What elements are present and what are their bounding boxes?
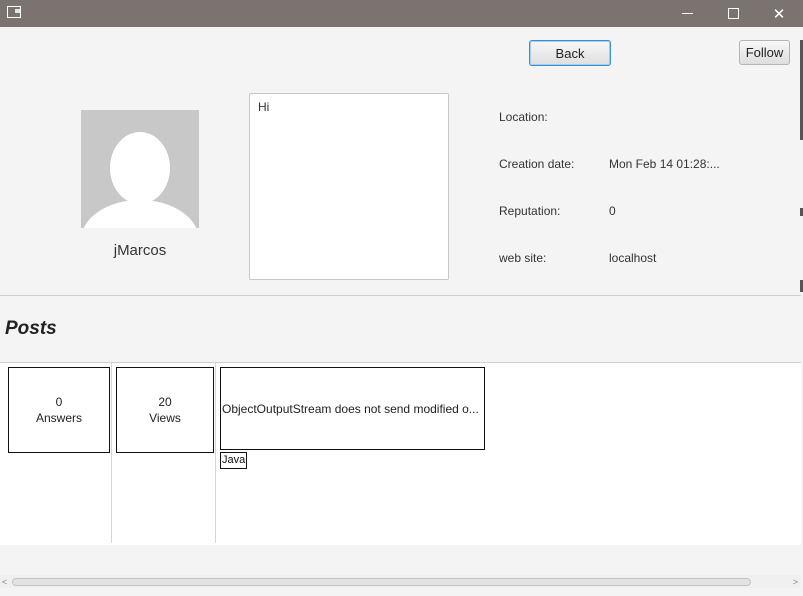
reputation-value: 0 — [609, 204, 616, 218]
views-count-box: 20 Views — [116, 367, 214, 453]
creation-date-value: Mon Feb 14 01:28:... — [609, 157, 720, 171]
section-divider — [0, 295, 801, 296]
post-title-link[interactable]: ObjectOutputStream does not send modifie… — [220, 367, 485, 450]
scroll-right-arrow-icon[interactable]: > — [793, 577, 798, 587]
horizontal-scrollbar[interactable]: < > — [0, 575, 801, 588]
follow-button[interactable]: Follow — [739, 40, 790, 65]
posts-list: 0 Answers 20 Views ObjectOutputStream do… — [0, 362, 801, 545]
scroll-left-arrow-icon[interactable]: < — [2, 577, 7, 587]
location-label: Location: — [499, 110, 548, 124]
answers-count: 0 — [55, 395, 63, 409]
reputation-label: Reputation: — [499, 204, 561, 218]
views-count: 20 — [158, 395, 172, 409]
list-footer-area — [0, 545, 801, 568]
posts-heading: Posts — [5, 318, 57, 339]
app-window-icon — [7, 6, 21, 18]
username: jMarcos — [113, 242, 167, 259]
close-button[interactable]: ✕ — [756, 0, 802, 27]
minimize-icon — [681, 13, 693, 14]
scrollbar-thumb[interactable] — [12, 578, 751, 586]
bio-textarea[interactable]: Hi — [249, 93, 449, 280]
avatar-head — [110, 132, 170, 204]
post-tag[interactable]: Java — [220, 452, 248, 469]
creation-date-label: Creation date: — [499, 157, 575, 171]
minimize-button[interactable] — [664, 0, 710, 27]
column-separator — [215, 363, 216, 543]
avatar-body — [81, 200, 199, 228]
answers-count-box: 0 Answers — [8, 367, 110, 453]
window-titlebar: ✕ — [0, 0, 803, 27]
answers-label: Answers — [35, 411, 82, 425]
maximize-icon — [727, 8, 739, 19]
views-label: Views — [149, 411, 181, 425]
close-icon: ✕ — [772, 5, 786, 23]
column-separator — [111, 363, 112, 543]
website-label: web site: — [499, 251, 547, 265]
back-button[interactable]: Back — [529, 40, 611, 66]
website-value: localhost — [609, 251, 657, 265]
maximize-button[interactable] — [710, 0, 756, 27]
user-avatar-placeholder-icon — [81, 110, 199, 228]
